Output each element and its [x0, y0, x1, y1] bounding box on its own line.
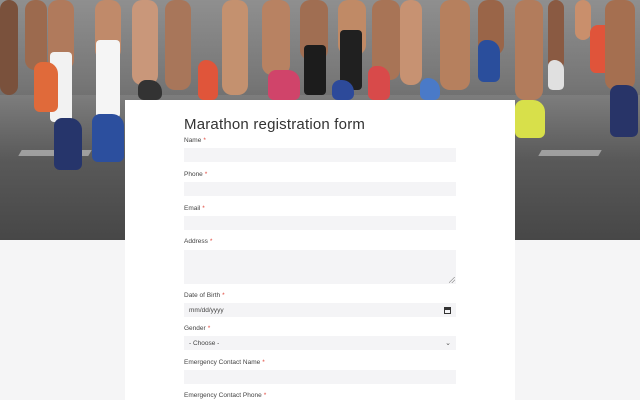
runner-shoe — [34, 62, 58, 112]
required-mark: * — [262, 359, 265, 366]
email-label-text: Email — [184, 205, 201, 212]
runner-shoe — [268, 70, 300, 100]
required-mark: * — [204, 171, 208, 178]
gender-selected-value: - Choose - — [189, 339, 220, 347]
emergency-name-label: Emergency Contact Name * — [184, 359, 265, 366]
required-mark: * — [222, 292, 225, 299]
runner-leg — [222, 0, 248, 95]
runner-shoe — [420, 78, 440, 100]
runner-shoe — [92, 114, 124, 162]
address-label-text: Address — [184, 238, 208, 245]
runner-leg — [132, 0, 158, 85]
runner-leg — [440, 0, 470, 90]
calendar-icon[interactable] — [444, 306, 451, 314]
name-label-text: Name — [184, 137, 202, 144]
runner-shoe — [478, 40, 500, 82]
runner-shoe — [610, 85, 638, 137]
runner-shoe — [138, 80, 162, 100]
runner-shoe — [368, 66, 390, 100]
runner-shoe — [198, 60, 218, 100]
emergency-name-label-text: Emergency Contact Name — [184, 359, 261, 366]
runner-leg — [575, 0, 591, 40]
email-label: Email * — [184, 205, 205, 212]
runner-sock — [304, 45, 326, 95]
lane-marking — [538, 150, 602, 156]
resize-handle-icon[interactable] — [449, 277, 455, 283]
runner-leg — [400, 0, 422, 85]
dob-label: Date of Birth * — [184, 292, 225, 299]
dob-placeholder: mm/dd/yyyy — [189, 306, 224, 314]
address-textarea[interactable] — [184, 250, 456, 284]
chevron-down-icon: ⌄ — [445, 340, 451, 347]
emergency-name-input[interactable] — [184, 370, 456, 384]
required-mark: * — [207, 325, 211, 332]
runner-shoe — [332, 80, 354, 100]
emergency-phone-label-text: Emergency Contact Phone — [184, 392, 262, 399]
runner-leg — [25, 0, 47, 70]
dob-label-text: Date of Birth — [184, 292, 221, 299]
gender-select[interactable]: - Choose - ⌄ — [184, 336, 456, 350]
phone-label-text: Phone — [184, 171, 203, 178]
form-title: Marathon registration form — [184, 116, 366, 133]
emergency-phone-label: Emergency Contact Phone * — [184, 392, 266, 399]
address-label: Address * — [184, 238, 212, 245]
registration-form-card: Marathon registration form Name * Phone * … — [125, 100, 515, 400]
name-label: Name * — [184, 137, 206, 144]
required-mark: * — [203, 137, 206, 144]
phone-input[interactable] — [184, 182, 456, 196]
email-input[interactable] — [184, 216, 456, 230]
runner-leg — [605, 0, 635, 90]
runner-shoe — [54, 118, 82, 170]
runner-leg — [262, 0, 290, 75]
required-mark: * — [202, 205, 205, 212]
dob-input[interactable]: mm/dd/yyyy — [184, 303, 456, 317]
phone-label: Phone * — [184, 171, 207, 178]
gender-label: Gender * — [184, 325, 210, 332]
runner-shoe — [515, 100, 545, 138]
name-input[interactable] — [184, 148, 456, 162]
runner-leg — [515, 0, 543, 100]
required-mark: * — [209, 238, 213, 245]
runner-leg — [165, 0, 191, 90]
runner-sock — [96, 40, 120, 118]
gender-label-text: Gender — [184, 325, 206, 332]
runner-leg — [0, 0, 18, 95]
required-mark: * — [263, 392, 267, 399]
runner-shoe — [548, 60, 564, 90]
